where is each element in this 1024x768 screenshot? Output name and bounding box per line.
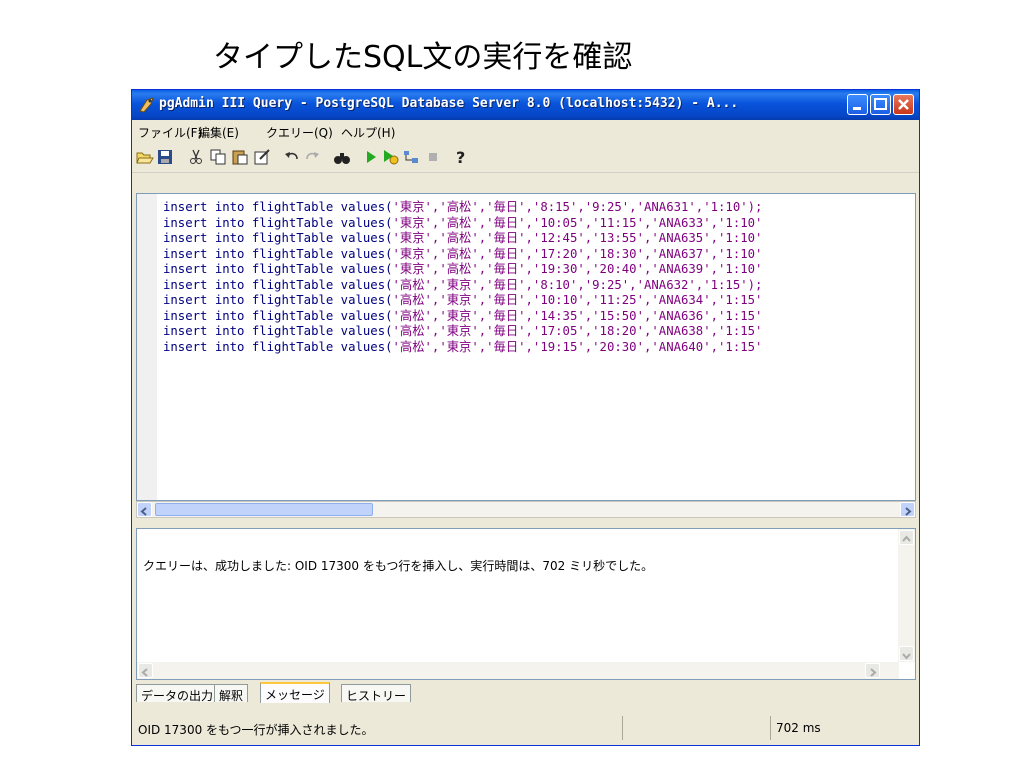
redo-icon[interactable]: [303, 148, 321, 166]
message-vertical-scrollbar[interactable]: [898, 529, 915, 662]
paste-icon[interactable]: [231, 148, 249, 166]
slide-title: タイプしたSQL文の実行を確認: [213, 40, 633, 75]
message-text: クエリーは、成功しました: OID 17300 をもつ行を挿入し、実行時間は、7…: [143, 559, 654, 573]
menu-bar: ファイル(F) 編集(E) クエリー(Q) ヘルプ(H): [132, 120, 919, 142]
scroll-right-icon[interactable]: [900, 502, 915, 517]
copy-icon[interactable]: [209, 148, 227, 166]
explain-icon[interactable]: [402, 148, 420, 166]
status-divider: [622, 716, 623, 740]
message-pane[interactable]: クエリーは、成功しました: OID 17300 をもつ行を挿入し、実行時間は、7…: [136, 528, 916, 680]
sql-values-text: '高松','東京','毎日','19:15','20:30','ANA640',…: [392, 339, 763, 354]
find-icon[interactable]: [333, 148, 351, 166]
scrollbar-thumb[interactable]: [155, 503, 373, 516]
pgadmin-query-window: pgAdmin III Query - PostgreSQL Database …: [131, 89, 920, 746]
tab-explain[interactable]: 解釈: [214, 684, 249, 703]
toolbar: ?: [132, 142, 919, 173]
maximize-button[interactable]: [870, 94, 891, 115]
editor-margin: [137, 194, 157, 500]
cancel-icon[interactable]: [424, 148, 442, 166]
title-bar[interactable]: pgAdmin III Query - PostgreSQL Database …: [132, 90, 919, 120]
clear-icon[interactable]: [253, 148, 271, 166]
help-icon[interactable]: ?: [452, 148, 470, 166]
menu-edit[interactable]: 編集(E): [198, 124, 239, 141]
tab-data-output[interactable]: データの出力: [136, 684, 219, 703]
tab-history[interactable]: ヒストリー: [341, 684, 412, 703]
message-scroll-right-icon[interactable]: [865, 663, 880, 678]
message-scroll-left-icon[interactable]: [138, 663, 153, 678]
status-message: OID 17300 をもつ一行が挿入されました。: [138, 723, 374, 737]
output-tabs: データの出力 解釈 メッセージ ヒストリー: [136, 682, 916, 703]
execute-to-file-icon[interactable]: [382, 148, 400, 166]
svg-text:?: ?: [456, 148, 465, 166]
sql-editor[interactable]: insert into flightTable values('東京','高松'…: [136, 193, 916, 501]
sql-line: insert into flightTable values('高松','東京'…: [163, 337, 762, 355]
menu-query[interactable]: クエリー(Q): [266, 124, 333, 141]
cut-icon[interactable]: [187, 148, 205, 166]
message-horizontal-scrollbar[interactable]: [137, 662, 899, 679]
pgadmin-elephant-icon: [138, 96, 156, 114]
tab-messages[interactable]: メッセージ: [260, 682, 330, 703]
sql-keyword-text: insert into flightTable values(: [163, 339, 393, 354]
close-button[interactable]: [893, 94, 914, 115]
status-elapsed-time: 702 ms: [776, 721, 821, 735]
menu-file[interactable]: ファイル(F): [138, 124, 202, 141]
editor-horizontal-scrollbar[interactable]: [136, 501, 916, 518]
status-bar: OID 17300 をもつ一行が挿入されました。 702 ms: [132, 704, 919, 744]
undo-icon[interactable]: [283, 148, 301, 166]
open-icon[interactable]: [136, 148, 154, 166]
save-icon[interactable]: [156, 148, 174, 166]
status-divider: [770, 716, 771, 740]
menu-help[interactable]: ヘルプ(H): [341, 124, 395, 141]
scroll-up-icon[interactable]: [899, 530, 914, 545]
execute-icon[interactable]: [362, 148, 380, 166]
window-title: pgAdmin III Query - PostgreSQL Database …: [159, 96, 739, 111]
scroll-left-icon[interactable]: [137, 502, 152, 517]
scroll-down-icon[interactable]: [899, 646, 914, 661]
minimize-button[interactable]: [847, 94, 868, 115]
